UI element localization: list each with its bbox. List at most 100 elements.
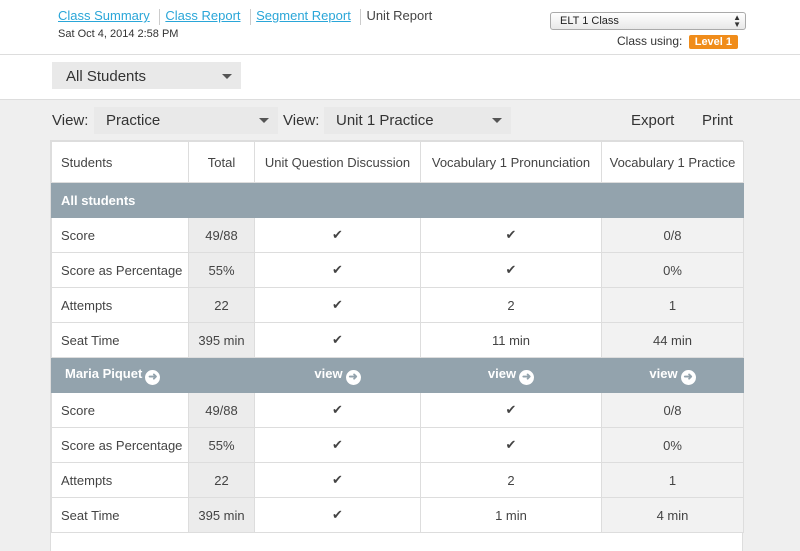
row-label: Seat Time [51, 322, 189, 358]
view-type-value: Practice [106, 112, 161, 129]
row-label: Attempts [51, 462, 189, 498]
column-header-total: Total [188, 141, 255, 183]
table-header-row: Students Total Unit Question Discussion … [51, 141, 744, 183]
row-label: Score [51, 392, 189, 428]
select-arrows-icon: ▲ ▼ [733, 13, 741, 29]
group-cell [601, 182, 744, 218]
nav-divider [159, 8, 161, 25]
view-link-label: view [487, 365, 517, 381]
view-label: View: [283, 112, 320, 129]
table-row: Attempts 22 ✔ 2 1 [51, 462, 744, 498]
check-icon: ✔ [420, 252, 602, 288]
report-header: Class Summary Class Report Segment Repor… [0, 0, 800, 55]
total-cell: 22 [188, 462, 255, 498]
check-icon: ✔ [420, 217, 602, 253]
total-cell: 395 min [188, 322, 255, 358]
column-header-vocabulary-pronunciation: Vocabulary 1 Pronunciation [420, 141, 602, 183]
arrow-circle-right-icon[interactable]: ➜ [345, 369, 361, 385]
arrow-circle-right-icon[interactable]: ➜ [519, 369, 535, 385]
student-filter-bar: All Students [0, 55, 800, 100]
view-toolbar: View: Practice View: Unit 1 Practice Exp… [0, 100, 800, 140]
value-cell: 0/8 [601, 392, 744, 428]
chevron-down-icon [492, 118, 502, 123]
nav-link-class-report[interactable]: Class Report [165, 8, 240, 23]
view-type-select[interactable]: Practice [94, 107, 278, 134]
student-select[interactable]: All Students [52, 62, 241, 89]
table-row: Seat Time 395 min ✔ 1 min 4 min [51, 497, 744, 533]
value-cell: 2 [420, 462, 602, 498]
student-select-value: All Students [66, 68, 147, 85]
report-table-container: Students Total Unit Question Discussion … [50, 140, 744, 551]
student-name-link[interactable]: Maria Piquet ➜ [51, 357, 255, 393]
nav-link-class-summary[interactable]: Class Summary [58, 8, 150, 23]
check-icon: ✔ [420, 392, 602, 428]
table-row: Score as Percentage 55% ✔ ✔ 0% [51, 427, 744, 463]
column-header-students: Students [51, 141, 189, 183]
nav-divider [360, 8, 362, 25]
student-name: Maria Piquet [65, 365, 143, 381]
value-cell: 1 [601, 287, 744, 323]
column-header-unit-question-discussion: Unit Question Discussion [254, 141, 421, 183]
report-nav: Class Summary Class Report Segment Repor… [58, 8, 432, 25]
check-icon: ✔ [254, 392, 421, 428]
table-row: Attempts 22 ✔ 2 1 [51, 287, 744, 323]
view-link-label: view [649, 365, 678, 381]
view-label: View: [52, 112, 89, 129]
class-select-value: ELT 1 Class [560, 15, 619, 27]
unit-select[interactable]: Unit 1 Practice [324, 107, 511, 134]
value-cell: 0/8 [601, 217, 744, 253]
row-label: Score as Percentage [51, 427, 189, 463]
group-cell [254, 182, 421, 218]
check-icon: ✔ [254, 497, 421, 533]
value-cell: 44 min [601, 322, 744, 358]
check-icon: ✔ [254, 217, 421, 253]
table-row: Score 49/88 ✔ ✔ 0/8 [51, 392, 744, 428]
level-badge: Level 1 [688, 35, 739, 49]
nav-link-segment-report[interactable]: Segment Report [256, 8, 351, 23]
nav-current-unit-report: Unit Report [366, 8, 433, 23]
check-icon: ✔ [254, 322, 421, 358]
class-using-label: Class using: [617, 34, 683, 48]
chevron-down-icon [259, 118, 269, 123]
value-cell: 0% [601, 252, 744, 288]
table-row: Score as Percentage 55% ✔ ✔ 0% [51, 252, 744, 288]
chevron-down-icon [222, 74, 232, 79]
value-cell: 0% [601, 427, 744, 463]
group-cell [420, 182, 602, 218]
export-button[interactable]: Export [631, 112, 674, 129]
arrow-circle-right-icon[interactable]: ➜ [680, 369, 696, 385]
value-cell: 4 min [601, 497, 744, 533]
check-icon: ✔ [254, 252, 421, 288]
view-link-label: view [314, 365, 343, 381]
view-link[interactable]: view ➜ [420, 357, 602, 393]
value-cell: 11 min [420, 322, 602, 358]
check-icon: ✔ [254, 287, 421, 323]
value-cell: 2 [420, 287, 602, 323]
print-button[interactable]: Print [702, 112, 733, 129]
column-header-vocabulary-practice: Vocabulary 1 Practice [601, 141, 744, 183]
row-label: Score as Percentage [51, 252, 189, 288]
report-table: Students Total Unit Question Discussion … [51, 141, 744, 533]
check-icon: ✔ [254, 462, 421, 498]
total-cell: 49/88 [188, 217, 255, 253]
group-name: All students [51, 182, 255, 218]
class-using: Class using: Level 1 [617, 34, 739, 49]
row-label: Seat Time [51, 497, 189, 533]
class-select[interactable]: ELT 1 Class ▲ ▼ [550, 12, 746, 30]
report-timestamp: Sat Oct 4, 2014 2:58 PM [58, 28, 179, 40]
table-row: Score 49/88 ✔ ✔ 0/8 [51, 217, 744, 253]
nav-divider [250, 8, 252, 25]
check-icon: ✔ [254, 427, 421, 463]
view-link[interactable]: view ➜ [601, 357, 744, 393]
view-link[interactable]: view ➜ [254, 357, 421, 393]
unit-select-value: Unit 1 Practice [336, 112, 434, 129]
value-cell: 1 [601, 462, 744, 498]
total-cell: 49/88 [188, 392, 255, 428]
check-icon: ✔ [420, 427, 602, 463]
group-row-student: Maria Piquet ➜ view ➜ view ➜ view ➜ [51, 357, 744, 393]
total-cell: 22 [188, 287, 255, 323]
total-cell: 55% [188, 252, 255, 288]
group-row-all-students: All students [51, 182, 744, 218]
row-label: Score [51, 217, 189, 253]
arrow-circle-right-icon[interactable]: ➜ [145, 369, 161, 385]
